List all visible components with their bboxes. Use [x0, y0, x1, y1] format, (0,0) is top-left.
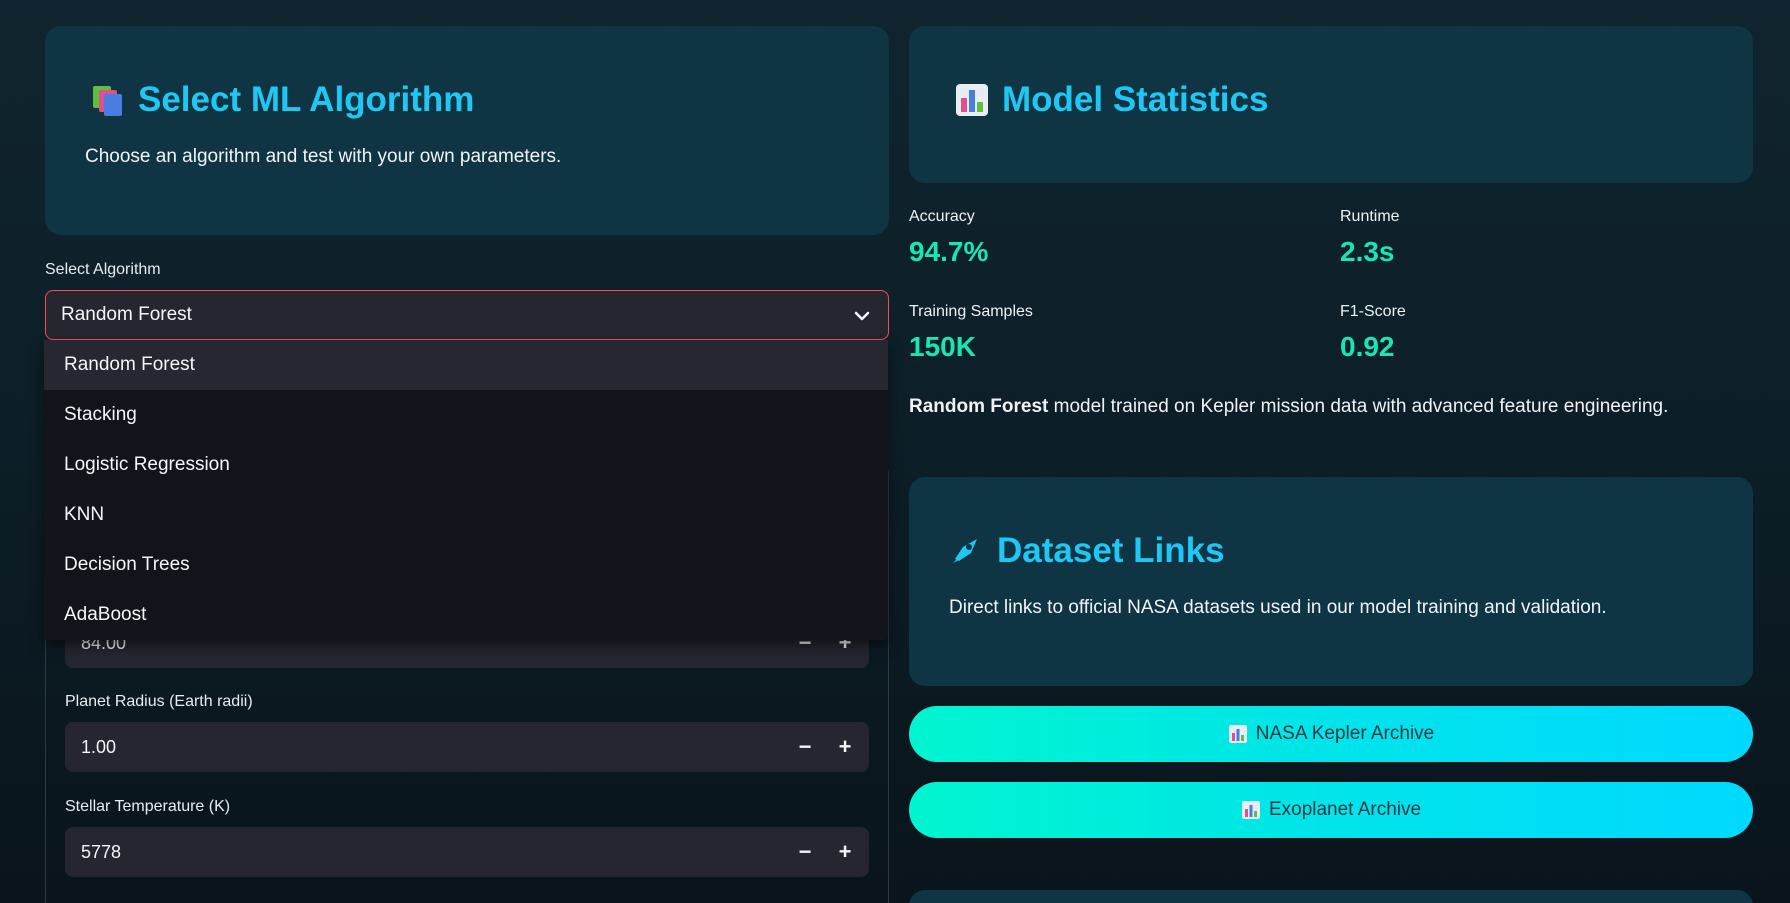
dropdown-option-logistic-regression[interactable]: Logistic Regression [44, 440, 888, 490]
dropdown-option-stacking[interactable]: Stacking [44, 390, 888, 440]
next-card-peek [909, 890, 1753, 903]
dropdown-option-knn[interactable]: KNN [44, 490, 888, 540]
metric-accuracy-label: Accuracy [909, 208, 975, 225]
nasa-kepler-archive-button[interactable]: NASA Kepler Archive [909, 706, 1753, 762]
dropdown-option-adaboost[interactable]: AdaBoost [44, 590, 888, 640]
metric-training-samples-value: 150K [909, 331, 976, 362]
planet-radius-label: Planet Radius (Earth radii) [65, 693, 253, 710]
algorithm-card: Select ML Algorithm Choose an algorithm … [45, 26, 889, 235]
algorithm-select-value: Random Forest [61, 304, 192, 325]
metric-runtime-value: 2.3s [1340, 236, 1395, 267]
model-statistics-title-text: Model Statistics [1002, 80, 1269, 119]
model-description: Random Forest model trained on Kepler mi… [909, 396, 1668, 418]
bar-chart-icon [954, 82, 990, 118]
dataset-links-subtitle: Direct links to official NASA datasets u… [949, 597, 1607, 618]
algorithm-select[interactable]: Random Forest [45, 290, 889, 340]
bar-chart-icon [1241, 801, 1260, 819]
model-description-text: model trained on Kepler mission data wit… [1048, 396, 1669, 417]
dataset-links-card: Dataset Links Direct links to official N… [909, 477, 1753, 686]
select-algorithm-label: Select Algorithm [45, 261, 161, 278]
metric-training-samples-label: Training Samples [909, 303, 1033, 320]
metric-runtime-label: Runtime [1340, 208, 1400, 225]
planet-radius-decrement-button[interactable]: − [785, 722, 825, 772]
algorithm-dropdown-menu: Random Forest Stacking Logistic Regressi… [44, 340, 888, 640]
metric-accuracy-value: 94.7% [909, 236, 989, 267]
metric-f1-score-value: 0.92 [1340, 331, 1395, 362]
dataset-links-title: Dataset Links [949, 531, 1225, 571]
planet-radius-input[interactable]: 1.00 − + [65, 722, 869, 772]
stellar-temperature-decrement-button[interactable]: − [785, 827, 825, 877]
stellar-temperature-input[interactable]: 5778 − + [65, 827, 869, 877]
algorithm-card-subtitle: Choose an algorithm and test with your o… [85, 146, 562, 167]
metric-f1-score-label: F1-Score [1340, 303, 1406, 320]
stellar-temperature-label: Stellar Temperature (K) [65, 798, 231, 815]
stellar-temperature-increment-button[interactable]: + [825, 827, 865, 877]
planet-radius-value: 1.00 [81, 736, 117, 757]
dropdown-option-decision-trees[interactable]: Decision Trees [44, 540, 888, 590]
planet-radius-increment-button[interactable]: + [825, 722, 865, 772]
dropdown-option-random-forest[interactable]: Random Forest [44, 340, 888, 390]
chevron-down-icon [854, 311, 870, 321]
algorithm-card-title: Select ML Algorithm [90, 80, 474, 120]
model-statistics-title: Model Statistics [954, 80, 1268, 120]
rocket-icon [949, 533, 985, 569]
nasa-kepler-archive-label: NASA Kepler Archive [1255, 723, 1435, 744]
stellar-temperature-value: 5778 [81, 841, 122, 862]
model-description-name: Random Forest [909, 396, 1049, 417]
algorithm-card-title-text: Select ML Algorithm [138, 80, 475, 119]
model-statistics-card: Model Statistics [909, 26, 1753, 183]
exoplanet-archive-label: Exoplanet Archive [1268, 799, 1422, 820]
dataset-links-title-text: Dataset Links [997, 531, 1225, 570]
books-icon [90, 82, 126, 118]
bar-chart-icon [1228, 725, 1247, 743]
exoplanet-archive-button[interactable]: Exoplanet Archive [909, 782, 1753, 838]
